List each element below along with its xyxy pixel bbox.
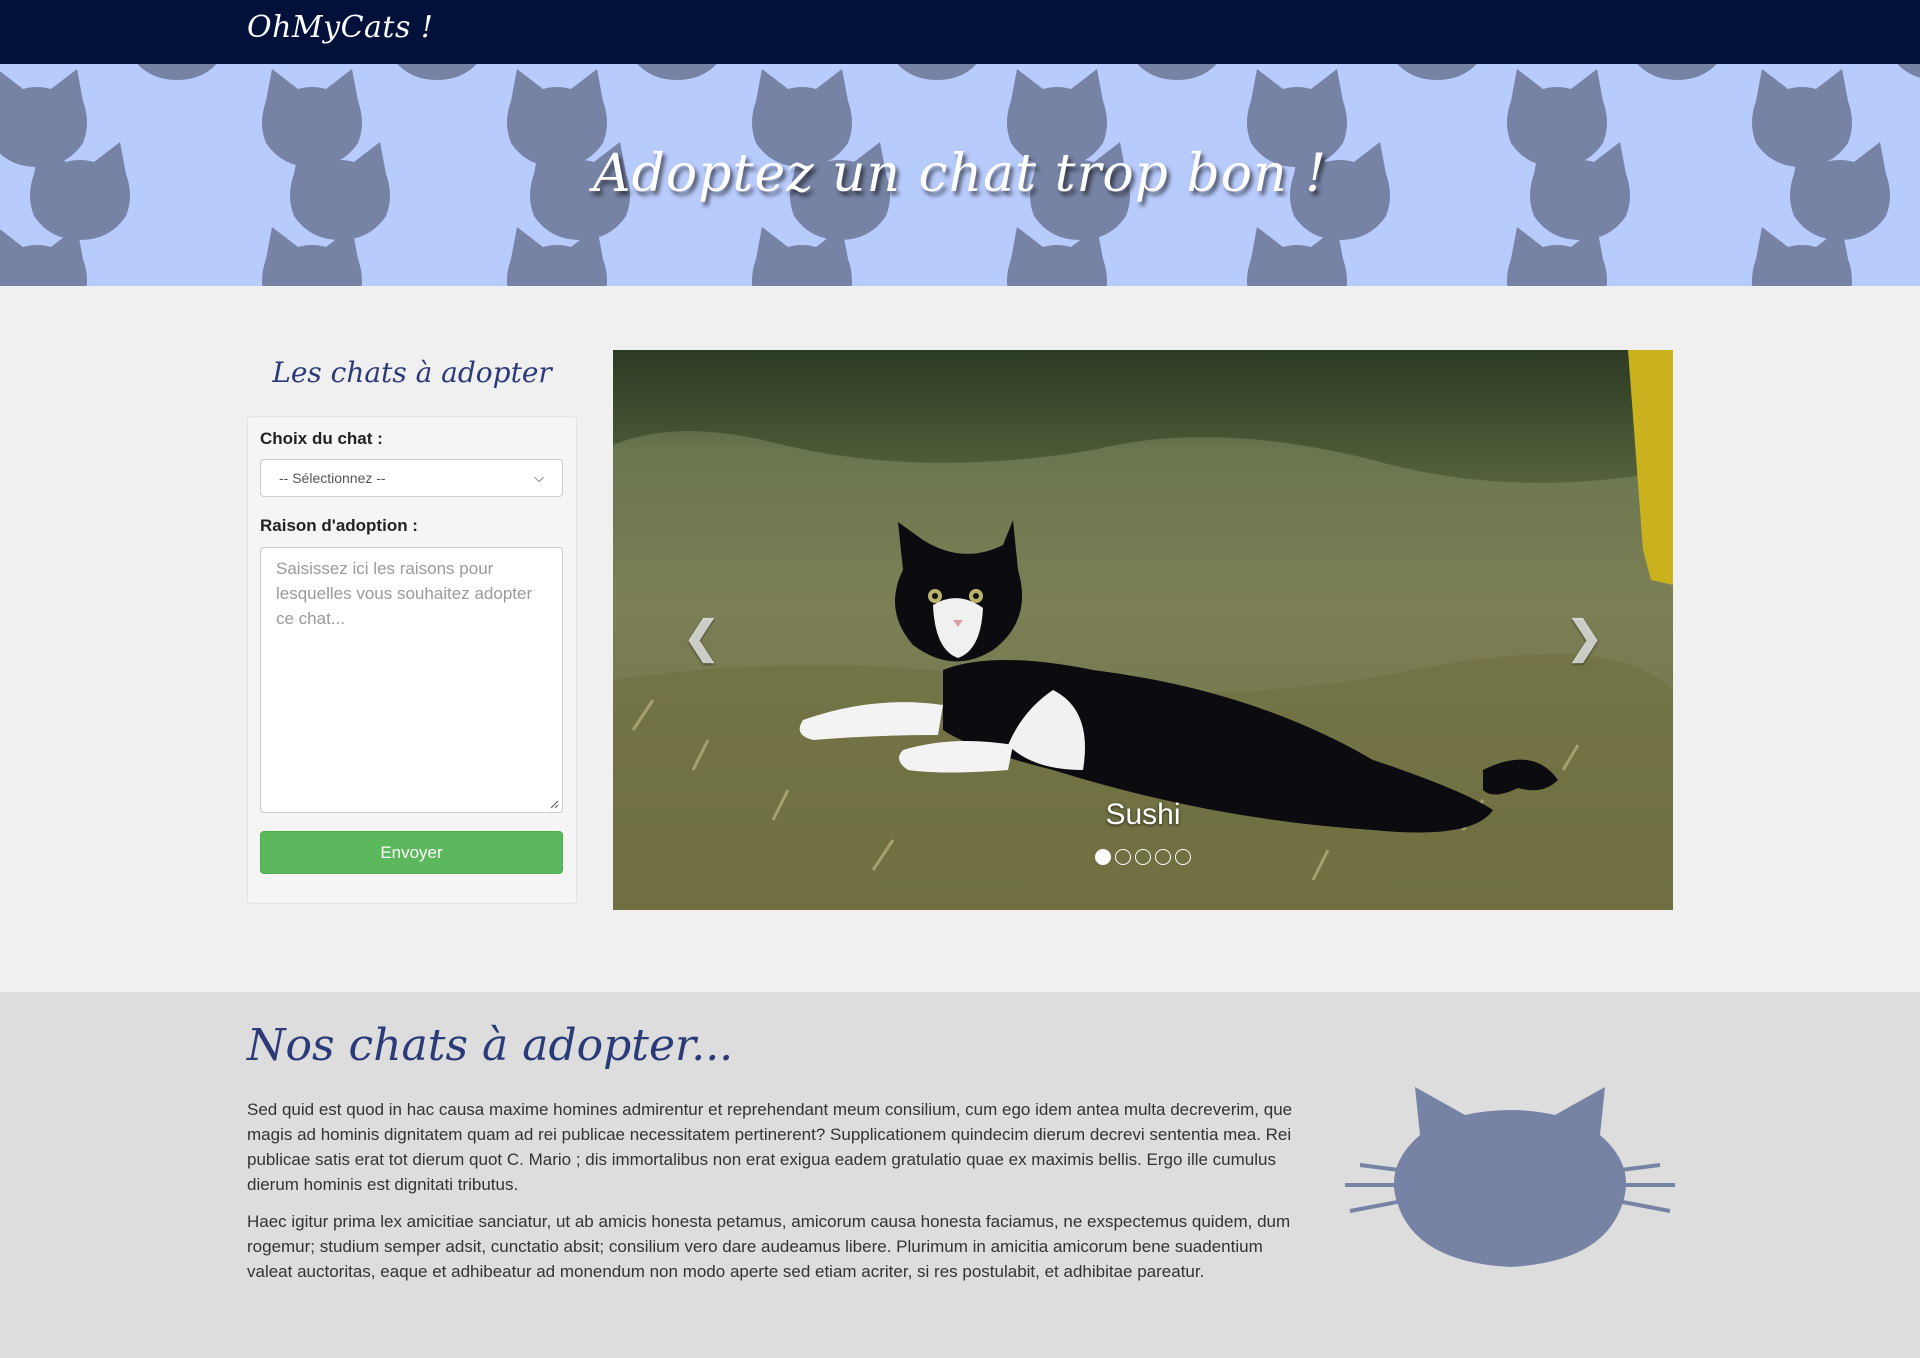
cat-silhouette-icon: [752, 227, 852, 286]
adoption-form-title: Les chats à adopter: [272, 356, 552, 389]
carousel-indicator-dot[interactable]: [1115, 849, 1131, 865]
chevron-down-icon: ⌵: [534, 470, 544, 485]
cat-carousel: ❮ ❯ Sushi: [613, 350, 1673, 910]
cat-silhouette-icon: [507, 227, 607, 286]
cat-silhouette-icon: [1247, 227, 1347, 286]
hero-banner: Adoptez un chat trop bon !: [0, 64, 1920, 286]
cat-silhouette-icon: [1887, 64, 1920, 80]
cat-silhouette-icon: [127, 64, 227, 80]
submit-button[interactable]: Envoyer: [260, 831, 563, 874]
cat-silhouette-icon: [887, 64, 987, 80]
reason-textarea[interactable]: Saisissez ici les raisons pour lesquelle…: [260, 547, 563, 813]
resize-handle-icon[interactable]: [549, 799, 559, 809]
cat-choice-label: Choix du chat :: [260, 429, 383, 448]
about-title: Nos chats à adopter...: [247, 1020, 734, 1071]
chevron-left-icon[interactable]: ❮: [683, 612, 720, 663]
adoption-form: Choix du chat : -- Sélectionnez -- ⌵ Rai…: [247, 416, 577, 904]
about-paragraph: Haec igitur prima lex amicitiae sanciatu…: [247, 1212, 1291, 1281]
cat-silhouette-icon: [627, 64, 727, 80]
carousel-indicator-dot[interactable]: [1155, 849, 1171, 865]
cat-select-value: -- Sélectionnez --: [279, 470, 386, 486]
cat-silhouette-icon: [1387, 64, 1487, 80]
carousel-indicators: [613, 849, 1673, 865]
cat-silhouette-icon: [1127, 64, 1227, 80]
cat-select[interactable]: -- Sélectionnez -- ⌵: [260, 459, 563, 497]
about-section: Nos chats à adopter... Sed quid est quod…: [0, 992, 1920, 1358]
about-paragraph: Sed quid est quod in hac causa maxime ho…: [247, 1100, 1293, 1194]
carousel-indicator-dot[interactable]: [1175, 849, 1191, 865]
hero-title: Adoptez un chat trop bon !: [593, 144, 1327, 204]
cat-silhouette-icon: [1752, 227, 1852, 286]
cat-silhouette-icon: [1507, 227, 1607, 286]
chevron-right-icon[interactable]: ❯: [1566, 612, 1603, 663]
cat-head-icon: [1345, 1087, 1675, 1267]
reason-placeholder: Saisissez ici les raisons pour lesquelle…: [276, 559, 533, 628]
carousel-indicator-dot[interactable]: [1135, 849, 1151, 865]
cat-silhouette-icon: [387, 64, 487, 80]
carousel-indicator-dot[interactable]: [1095, 849, 1111, 865]
cat-silhouette-icon: [1007, 227, 1107, 286]
carousel-caption: Sushi: [1105, 798, 1181, 831]
main-section: Les chats à adopter Choix du chat : -- S…: [0, 286, 1920, 992]
navbar: OhMyCats !: [0, 0, 1920, 64]
brand-logo-link[interactable]: OhMyCats !: [247, 10, 433, 45]
cat-silhouette-icon: [1627, 64, 1727, 80]
reason-label: Raison d'adoption :: [260, 516, 418, 535]
cat-silhouette-icon: [0, 227, 87, 286]
cat-silhouette-icon: [262, 227, 362, 286]
